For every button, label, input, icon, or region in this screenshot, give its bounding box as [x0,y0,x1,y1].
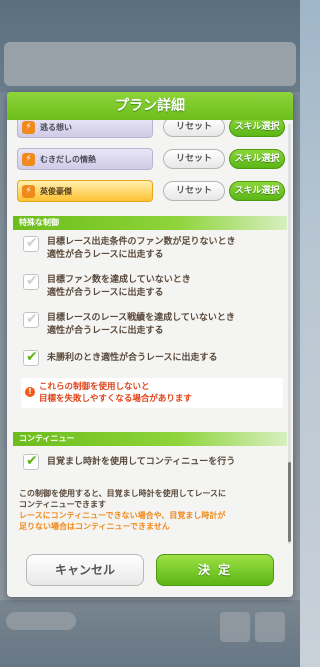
option-maiden-race[interactable]: ✔ 未勝利のとき適性が合うレースに出走する [23,349,285,368]
warning-line-2: 目標を失敗しやすくなる場合があります [39,394,192,404]
option-line-1: 目標ファン数を達成していないとき [47,275,191,285]
skill-name-label: むきだしの情熱 [40,155,96,164]
skill-slot: ⚡ むきだしの情熱 [17,148,153,170]
checkbox[interactable]: ✔ [23,273,39,290]
option-line-1: 目標レース出走条件のファン数が足りないとき [47,237,236,247]
checkbox[interactable]: ✔ [23,311,39,328]
special-control-header: 特殊な制御 [13,216,287,230]
decide-button[interactable]: 決 定 [156,554,274,586]
checkbox-checked[interactable]: ✔ [23,453,39,470]
skill-slot-gold: ⚡ 英俊豪傑 [17,180,153,202]
cancel-button[interactable]: キャンセル [26,554,144,586]
reset-button[interactable]: リセット [163,120,225,137]
option-line-2: 適性が合うレースに出走する [47,326,164,336]
skill-select-button[interactable]: スキル選択 [229,120,285,137]
warning-box: ! これらの制御を使用しないと 目標を失敗しやすくなる場合があります [21,378,283,408]
warning-icon: ! [25,387,35,397]
option-line-2: 適性が合うレースに出走する [47,250,164,260]
info-warning-line-2: 足りない場合はコンティニューできません [19,522,170,531]
continue-info: この制御を使用すると、目覚まし時計を使用してレースに コンティニューできます レ… [19,488,285,532]
option-race-record[interactable]: ✔ 目標レースのレース戦績を達成していないとき 適性が合うレースに出走する [23,311,285,342]
option-line-1: 目標レースのレース戦績を達成していないとき [47,313,235,323]
option-text: 目標ファン数を達成していないとき 適性が合うレースに出走する [47,274,285,300]
plan-detail-dialog: プラン詳細 ⚡ 逃る想い リセット スキル選択 ⚡ むきだしの情熱 リセット ス… [7,92,293,597]
skill-icon: ⚡ [22,121,35,134]
skill-name-label: 逃る想い [40,123,72,132]
reset-button[interactable]: リセット [163,149,225,169]
skill-select-button[interactable]: スキル選択 [229,149,285,169]
skill-slot: ⚡ 逃る想い [17,120,153,138]
check-mark-icon: ✔ [26,453,38,469]
skill-row-2: ⚡ むきだしの情熱 リセット スキル選択 [17,148,285,170]
option-text: 目標レース出走条件のファン数が足りないとき 適性が合うレースに出走する [47,236,285,262]
option-text: 目標レースのレース戦績を達成していないとき 適性が合うレースに出走する [47,312,285,338]
checkbox[interactable]: ✔ [23,235,39,252]
skill-select-button[interactable]: スキル選択 [229,181,285,201]
skill-icon: ⚡ [22,153,35,166]
option-fan-count-entry[interactable]: ✔ 目標レース出走条件のファン数が足りないとき 適性が合うレースに出走する [23,235,285,266]
check-mark-icon: ✔ [26,235,38,251]
option-alarm-clock-continue[interactable]: ✔ 目覚まし時計を使用してコンティニューを行う [23,453,285,472]
skill-name-label: 英俊豪傑 [40,187,72,196]
skill-icon: ⚡ [22,185,35,198]
info-line-1: この制御を使用すると、目覚まし時計を使用してレースに [19,489,227,498]
skill-row-1: ⚡ 逃る想い リセット スキル選択 [17,120,285,138]
option-text: 未勝利のとき適性が合うレースに出走する [47,353,218,363]
option-text: 目覚まし時計を使用してコンティニューを行う [47,457,236,467]
scrollbar-thumb[interactable] [288,462,291,542]
option-line-2: 適性が合うレースに出走する [47,288,164,298]
dialog-scroll-area[interactable]: ⚡ 逃る想い リセット スキル選択 ⚡ むきだしの情熱 リセット スキル選択 ⚡… [13,120,287,550]
check-mark-icon: ✔ [26,273,38,289]
check-mark-icon: ✔ [26,349,38,365]
warning-line-1: これらの制御を使用しないと [39,382,150,392]
reset-button[interactable]: リセット [163,181,225,201]
continue-header: コンティニュー [13,432,287,446]
checkbox-checked[interactable]: ✔ [23,349,39,366]
warning-text: これらの制御を使用しないと 目標を失敗しやすくなる場合があります [39,381,279,405]
info-line-2: コンティニューできます [19,500,107,509]
skill-row-3: ⚡ 英俊豪傑 リセット スキル選択 [17,180,285,202]
check-mark-icon: ✔ [26,311,38,327]
option-target-fan-count[interactable]: ✔ 目標ファン数を達成していないとき 適性が合うレースに出走する [23,273,285,304]
info-warning-line-1: レースにコンティニューできない場合や、目覚まし時計が [19,511,226,520]
dialog-title: プラン詳細 [7,92,293,120]
